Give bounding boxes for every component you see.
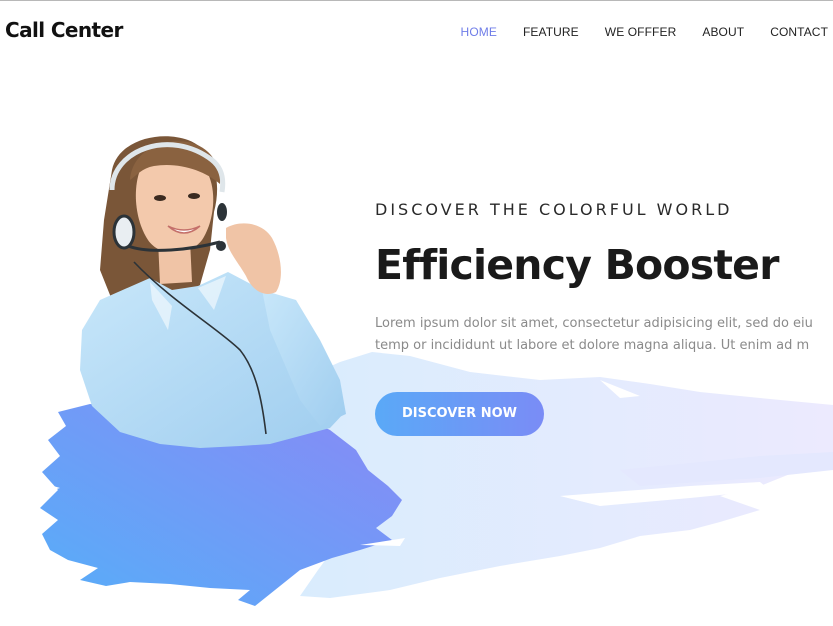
nav-item-feature[interactable]: FEATURE (523, 25, 579, 39)
brand-logo[interactable]: Call Center (5, 18, 123, 42)
nav-item-about[interactable]: ABOUT (702, 25, 744, 39)
nav-item-contact[interactable]: CONTACT (770, 25, 828, 39)
call-center-agent-photo (80, 136, 346, 448)
discover-now-button[interactable]: DISCOVER NOW (375, 392, 544, 436)
nav-item-we-offer[interactable]: WE OFFFER (605, 25, 677, 39)
main-nav: HOME FEATURE WE OFFFER ABOUT CONTACT (435, 25, 828, 39)
hero-title: Efficiency Booster (375, 241, 779, 289)
hero-description: Lorem ipsum dolor sit amet, consectetur … (375, 313, 833, 357)
light-brush-stroke (300, 352, 833, 598)
hero-description-line-1: Lorem ipsum dolor sit amet, consectetur … (375, 316, 813, 331)
hero-eyebrow: DISCOVER THE COLORFUL WORLD (375, 200, 733, 219)
hero-description-line-2: temp or incididunt ut labore et dolore m… (375, 338, 810, 353)
nav-item-home[interactable]: HOME (461, 25, 497, 39)
navbar: Call Center HOME FEATURE WE OFFFER ABOUT… (0, 1, 833, 63)
hero-content: DISCOVER THE COLORFUL WORLD Efficiency B… (375, 200, 833, 357)
